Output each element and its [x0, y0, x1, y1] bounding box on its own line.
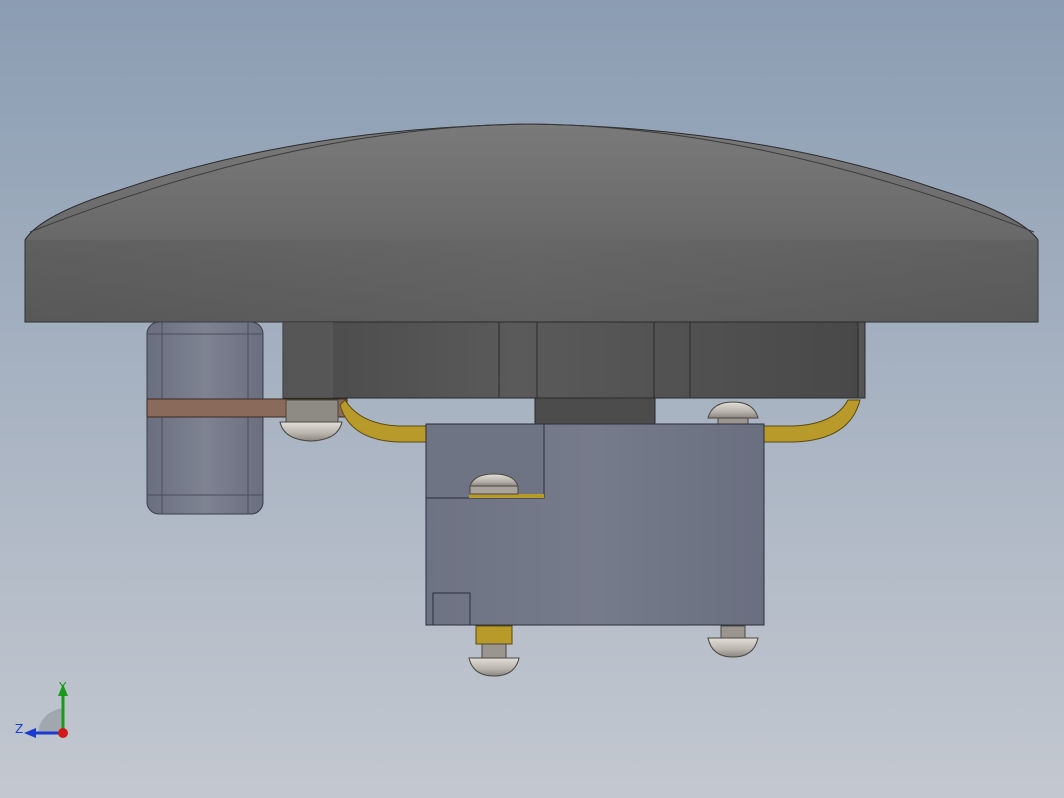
- screw-left-upper[interactable]: [279, 399, 343, 442]
- screw-right-upper[interactable]: [707, 401, 759, 425]
- z-arrow-icon: [24, 728, 36, 738]
- y-axis-label: Y: [58, 680, 67, 694]
- screw-bottom-left[interactable]: [468, 625, 520, 677]
- graphics-viewport[interactable]: [0, 0, 1064, 798]
- reference-triad: Y Z: [15, 680, 68, 738]
- screw-bottom-right[interactable]: [707, 625, 759, 658]
- wire-right[interactable]: [763, 399, 861, 443]
- side-clip-part[interactable]: [146, 321, 264, 515]
- origin-icon: [58, 728, 68, 738]
- screw-center[interactable]: [469, 473, 519, 495]
- z-axis-label: Z: [15, 722, 23, 736]
- housing-part[interactable]: [425, 423, 765, 626]
- triad-plane-icon: [38, 708, 62, 733]
- main-body-part[interactable]: [282, 321, 866, 425]
- cap-part[interactable]: [24, 123, 1039, 323]
- wire-left[interactable]: [339, 399, 427, 443]
